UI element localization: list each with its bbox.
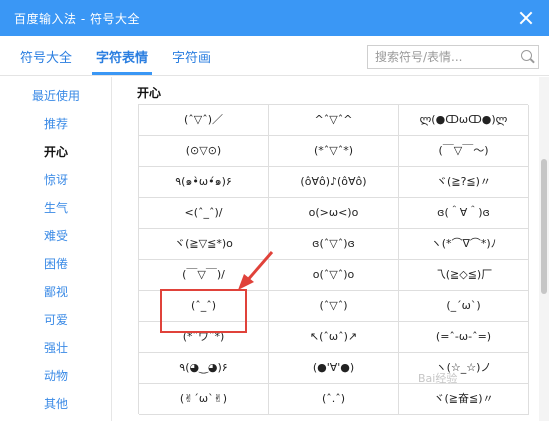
- title-bar: 百度输入法 - 符号大全: [0, 0, 549, 36]
- tab-emoticons[interactable]: 字符表情: [91, 47, 153, 75]
- sidebar-item-surprised[interactable]: 惊讶: [0, 166, 112, 194]
- emoticon-cell[interactable]: (●'∀'●): [269, 353, 399, 384]
- emoticon-cell[interactable]: ٩(◕‿◕)۶: [139, 353, 269, 384]
- emoticon-cell[interactable]: (ˆ▽ˆ)／: [139, 105, 269, 136]
- emoticon-cell[interactable]: ɞ(＾∀＾)ɞ: [399, 198, 529, 229]
- emoticon-grid: (ˆ▽ˆ)／ ^ˆ▽ˆ^ ლ(●ↀωↀ●)ლ (⊙▽⊙) (*ˆ▽ˆ*) (￣▽￣～) ٩(…: [138, 104, 529, 415]
- sidebar-item-angry[interactable]: 生气: [0, 194, 112, 222]
- tab-ascii-art[interactable]: 字符画: [172, 47, 211, 66]
- sidebar-item-strong[interactable]: 强壮: [0, 334, 112, 362]
- scrollbar[interactable]: [539, 77, 549, 421]
- sidebar-item-sleepy[interactable]: 困倦: [0, 250, 112, 278]
- search-icon[interactable]: [521, 50, 532, 61]
- emoticon-cell[interactable]: ^ˆ▽ˆ^: [269, 105, 399, 136]
- sidebar-item-sad[interactable]: 难受: [0, 222, 112, 250]
- emoticon-cell[interactable]: (ˆ▽ˆ): [269, 291, 399, 322]
- emoticon-cell[interactable]: ↖(ˆωˆ)↗: [269, 322, 399, 353]
- emoticon-cell[interactable]: ɞ(ˆ▽ˆ)ɞ: [269, 229, 399, 260]
- scrollbar-thumb[interactable]: [541, 159, 547, 294]
- section-title: 开心: [137, 86, 162, 100]
- emoticon-cell[interactable]: o(ˆ▽ˆ)o: [269, 260, 399, 291]
- emoticon-cell[interactable]: ヾ(≧奋≦)〃: [399, 384, 529, 415]
- category-sidebar: 最近使用 推荐 开心 惊讶 生气 难受 困倦 鄙视 可爱 强壮 动物 其他: [0, 77, 112, 421]
- emoticon-cell[interactable]: <(ˆ_ˆ)/: [139, 198, 269, 229]
- sidebar-item-recommended[interactable]: 推荐: [0, 110, 112, 138]
- emoticon-cell[interactable]: (ˆ.ˆ): [269, 384, 399, 415]
- search-input[interactable]: [368, 46, 518, 68]
- emoticon-cell[interactable]: ヾ(≧?≦)〃: [399, 167, 529, 198]
- emoticon-cell[interactable]: ヽ(*⌒∇⌒*)ﾉ: [399, 229, 529, 260]
- highlight-annotation-box: [160, 289, 247, 333]
- sidebar-item-other[interactable]: 其他: [0, 390, 112, 418]
- sidebar-item-recent[interactable]: 最近使用: [0, 82, 112, 110]
- emoticon-cell[interactable]: (=ˆ-ω-ˆ=): [399, 322, 529, 353]
- sidebar-item-animals[interactable]: 动物: [0, 362, 112, 390]
- emoticon-cell[interactable]: (⊙▽⊙): [139, 136, 269, 167]
- emoticon-cell[interactable]: o(>ω<)o: [269, 198, 399, 229]
- emoticon-cell[interactable]: (ô∀ô)♪(ô∀ô): [269, 167, 399, 198]
- watermark: Bai经验: [418, 372, 458, 385]
- sidebar-item-happy[interactable]: 开心: [0, 138, 112, 166]
- red-arrow-annotation: [238, 251, 274, 290]
- window-title: 百度输入法 - 符号大全: [14, 12, 140, 26]
- emoticon-cell[interactable]: ლ(●ↀωↀ●)ლ: [399, 105, 529, 136]
- emoticon-cell[interactable]: ٩(๑•̀ω•́๑)۶: [139, 167, 269, 198]
- emoticon-cell[interactable]: (￣▽￣～): [399, 136, 529, 167]
- close-icon[interactable]: [517, 9, 535, 27]
- emoticon-cell[interactable]: (_ˊωˋ): [399, 291, 529, 322]
- sidebar-item-contempt[interactable]: 鄙视: [0, 278, 112, 306]
- emoticon-cell[interactable]: 乁(≧◇≦)厂: [399, 260, 529, 291]
- tab-symbols[interactable]: 符号大全: [20, 47, 72, 66]
- sidebar-item-cute[interactable]: 可爱: [0, 306, 112, 334]
- search-box[interactable]: [367, 45, 539, 69]
- emoticon-cell[interactable]: (✌ˊωˋ✌): [139, 384, 269, 415]
- emoticon-cell[interactable]: (*ˆ▽ˆ*): [269, 136, 399, 167]
